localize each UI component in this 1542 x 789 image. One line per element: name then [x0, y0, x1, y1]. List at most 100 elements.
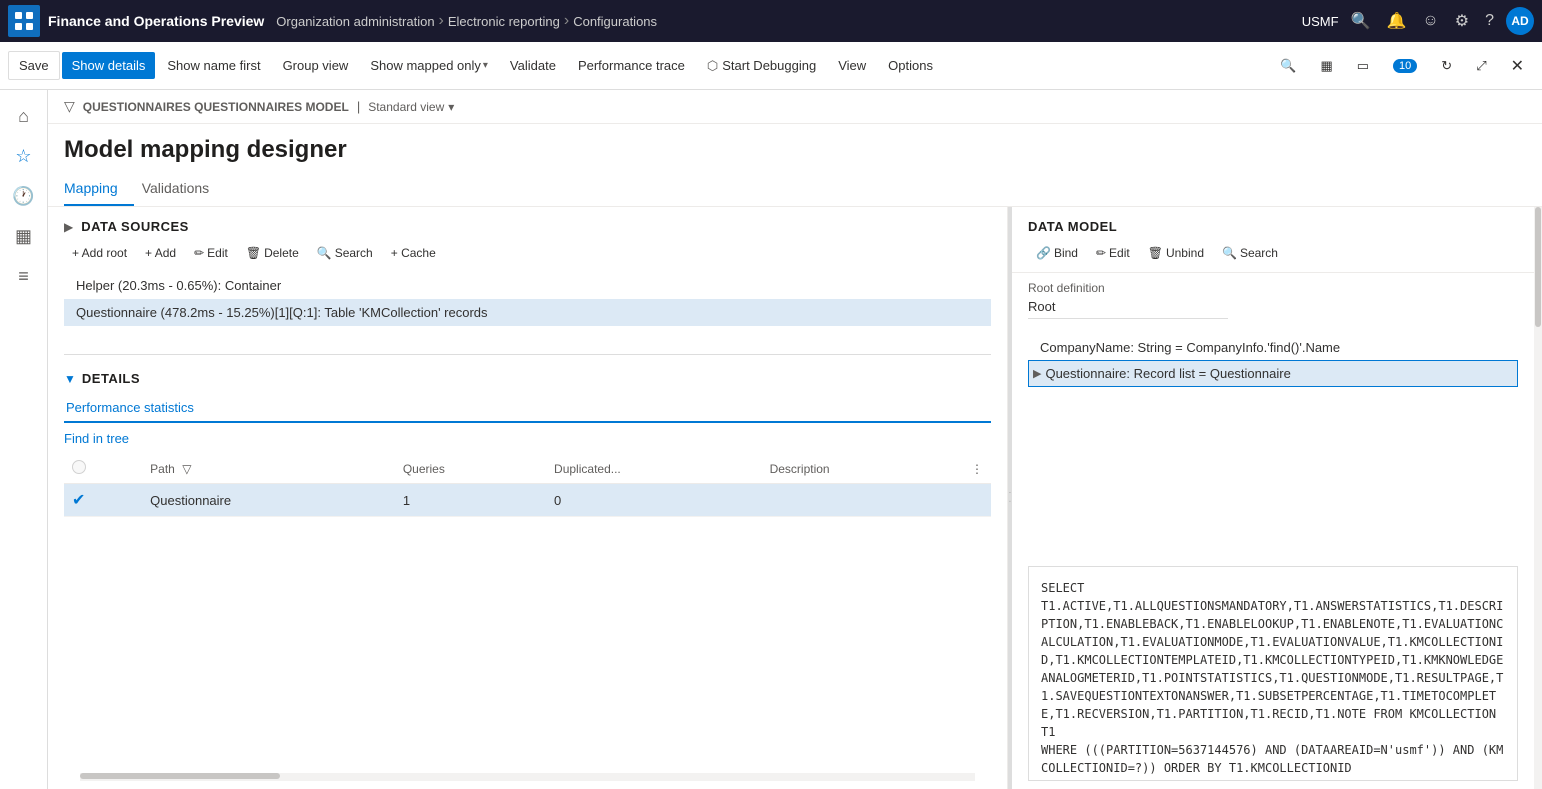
breadcrumb-configurations[interactable]: Configurations [573, 14, 657, 29]
dropdown-arrow-icon: ▾ [483, 60, 488, 71]
search-model-button[interactable]: 🔍 Search [1214, 242, 1286, 264]
edit-icon: ✏ [194, 246, 204, 260]
unbind-button[interactable]: 🗑 Unbind [1140, 242, 1212, 264]
model-tree-item-questionnaire[interactable]: ▶ Questionnaire: Record list = Questionn… [1028, 360, 1518, 387]
details-toggle[interactable]: ▼ [64, 372, 76, 386]
main-tabs: Mapping Validations [48, 172, 1542, 207]
breadcrumb-sep-1: › [439, 12, 444, 30]
show-mapped-only-dropdown[interactable]: Show mapped only ▾ [360, 52, 498, 79]
tree-item-questionnaire[interactable]: Questionnaire (478.2ms - 15.25%)[1][Q:1]… [64, 299, 991, 326]
path-filter-icon[interactable]: ▽ [182, 462, 191, 476]
row-select[interactable]: ✔ [64, 484, 142, 517]
row-queries: 1 [395, 484, 546, 517]
show-name-first-button[interactable]: Show name first [157, 52, 270, 79]
search-datasource-icon: 🔍 [317, 246, 332, 260]
col-description: Description ⋮ [762, 454, 991, 484]
right-pane: DATA MODEL 🔗 Bind ✏ Edit 🗑 Unbind [1012, 207, 1534, 789]
row-description [762, 484, 991, 517]
find-in-tree-link[interactable]: Find in tree [64, 431, 991, 446]
h-scrollbar[interactable] [80, 773, 975, 781]
performance-statistics-tab[interactable]: Performance statistics [64, 394, 991, 423]
main-layout: ⌂ ☆ 🕐 ▦ ≡ ▽ QUESTIONNAIRES QUESTIONNAIRE… [0, 90, 1542, 789]
search-datasource-button[interactable]: 🔍 Search [309, 242, 381, 264]
details-table-container: Path ▽ Queries Duplicated... Description… [64, 454, 991, 768]
edit-model-icon: ✏ [1096, 246, 1106, 260]
notifications-icon[interactable]: 🔔 [1382, 7, 1410, 35]
apps-button[interactable] [8, 5, 40, 37]
sidebar-home-icon[interactable]: ⌂ [6, 98, 42, 134]
tree-item-helper[interactable]: Helper (20.3ms - 0.65%): Container [64, 272, 991, 299]
view-button[interactable]: View [828, 52, 876, 79]
divider-1 [64, 354, 991, 355]
data-sources-section: ▶ DATA SOURCES + Add root + Add ✏ Edit 🗑… [48, 207, 1007, 346]
toolbar-refresh-icon[interactable]: ↻ [1431, 52, 1462, 80]
left-sidebar: ⌂ ☆ 🕐 ▦ ≡ [0, 90, 48, 789]
edit-model-button[interactable]: ✏ Edit [1088, 242, 1138, 264]
validate-button[interactable]: Validate [500, 52, 566, 79]
right-scrollbar[interactable] [1534, 207, 1542, 789]
bind-button[interactable]: 🔗 Bind [1028, 242, 1086, 264]
data-sources-header: ▶ DATA SOURCES [64, 219, 991, 234]
description-menu-icon[interactable]: ⋮ [971, 462, 983, 476]
sidebar-recent-icon[interactable]: 🕐 [6, 178, 42, 214]
sidebar-calendar-icon[interactable]: ▦ [6, 218, 42, 254]
user-context: USMF [1302, 14, 1339, 29]
col-duplicated: Duplicated... [546, 454, 762, 484]
row-path: Questionnaire [142, 484, 395, 517]
tab-validations[interactable]: Validations [142, 172, 225, 206]
sql-panel-container: SELECT T1.ACTIVE,T1.ALLQUESTIONSMANDATOR… [1028, 566, 1518, 781]
app-name: Finance and Operations Preview [48, 13, 264, 29]
options-button[interactable]: Options [878, 52, 943, 79]
show-details-button[interactable]: Show details [62, 52, 156, 79]
debug-icon: ⬡ [707, 58, 718, 74]
root-definition-value: Root [1028, 299, 1228, 319]
standard-view-arrow: ▾ [448, 100, 454, 114]
search-icon[interactable]: 🔍 [1347, 7, 1375, 35]
content-area: ▽ QUESTIONNAIRES QUESTIONNAIRES MODEL | … [48, 90, 1542, 789]
sidebar-star-icon[interactable]: ☆ [6, 138, 42, 174]
toolbar-close-button[interactable]: ✕ [1501, 50, 1534, 82]
cache-button[interactable]: + Cache [383, 242, 444, 264]
select-all-radio[interactable] [72, 460, 86, 474]
breadcrumb-org-admin[interactable]: Organization administration [276, 14, 434, 29]
settings-icon[interactable]: ⚙ [1451, 7, 1473, 35]
breadcrumb-path: QUESTIONNAIRES QUESTIONNAIRES MODEL [83, 100, 349, 114]
toolbar-search-button[interactable]: 🔍 [1270, 52, 1306, 80]
questionnaire-expand-icon[interactable]: ▶ [1033, 367, 1041, 380]
data-model-title: DATA MODEL [1028, 219, 1518, 234]
group-view-button[interactable]: Group view [273, 52, 359, 79]
filter-icon[interactable]: ▽ [64, 98, 75, 115]
col-select [64, 454, 142, 484]
add-root-button[interactable]: + Add root [64, 242, 135, 264]
toolbar-expand-icon[interactable]: ⤢ [1466, 52, 1496, 80]
main-toolbar: Save Show details Show name first Group … [0, 42, 1542, 90]
details-table-head: Path ▽ Queries Duplicated... Description… [64, 454, 991, 484]
toolbar-right: 🔍 ▦ ▭ 10 ↻ ⤢ ✕ [1270, 50, 1534, 82]
model-tree-item-companyname[interactable]: CompanyName: String = CompanyInfo.'find(… [1028, 335, 1518, 360]
data-sources-toggle[interactable]: ▶ [64, 220, 73, 234]
sidebar-modules-icon[interactable]: ≡ [6, 258, 42, 294]
tab-mapping[interactable]: Mapping [64, 172, 134, 206]
edit-datasource-button[interactable]: ✏ Edit [186, 242, 236, 264]
h-scrollbar-thumb[interactable] [80, 773, 280, 779]
table-row[interactable]: ✔ Questionnaire 1 0 [64, 484, 991, 517]
toolbar-grid-icon[interactable]: ▦ [1310, 52, 1342, 80]
right-scrollbar-thumb[interactable] [1535, 207, 1541, 327]
user-avatar[interactable]: AD [1506, 7, 1534, 35]
col-path: Path ▽ [142, 454, 395, 484]
delete-datasource-button[interactable]: 🗑 Delete [238, 242, 307, 264]
top-navigation: Finance and Operations Preview Organizat… [0, 0, 1542, 42]
toolbar-counter-badge[interactable]: 10 [1383, 53, 1427, 79]
row-duplicated: 0 [546, 484, 762, 517]
emoji-icon[interactable]: ☺ [1418, 8, 1442, 34]
sql-panel[interactable]: SELECT T1.ACTIVE,T1.ALLQUESTIONSMANDATOR… [1028, 566, 1518, 781]
add-button[interactable]: + Add [137, 242, 184, 264]
performance-trace-button[interactable]: Performance trace [568, 52, 695, 79]
save-button[interactable]: Save [8, 51, 60, 80]
breadcrumb-electronic-reporting[interactable]: Electronic reporting [448, 14, 560, 29]
standard-view-dropdown[interactable]: Standard view ▾ [368, 100, 454, 114]
toolbar-panel-icon[interactable]: ▭ [1347, 52, 1379, 80]
help-icon[interactable]: ? [1481, 8, 1498, 34]
delete-icon: 🗑 [246, 246, 261, 260]
start-debugging-button[interactable]: ⬡ Start Debugging [697, 52, 826, 80]
